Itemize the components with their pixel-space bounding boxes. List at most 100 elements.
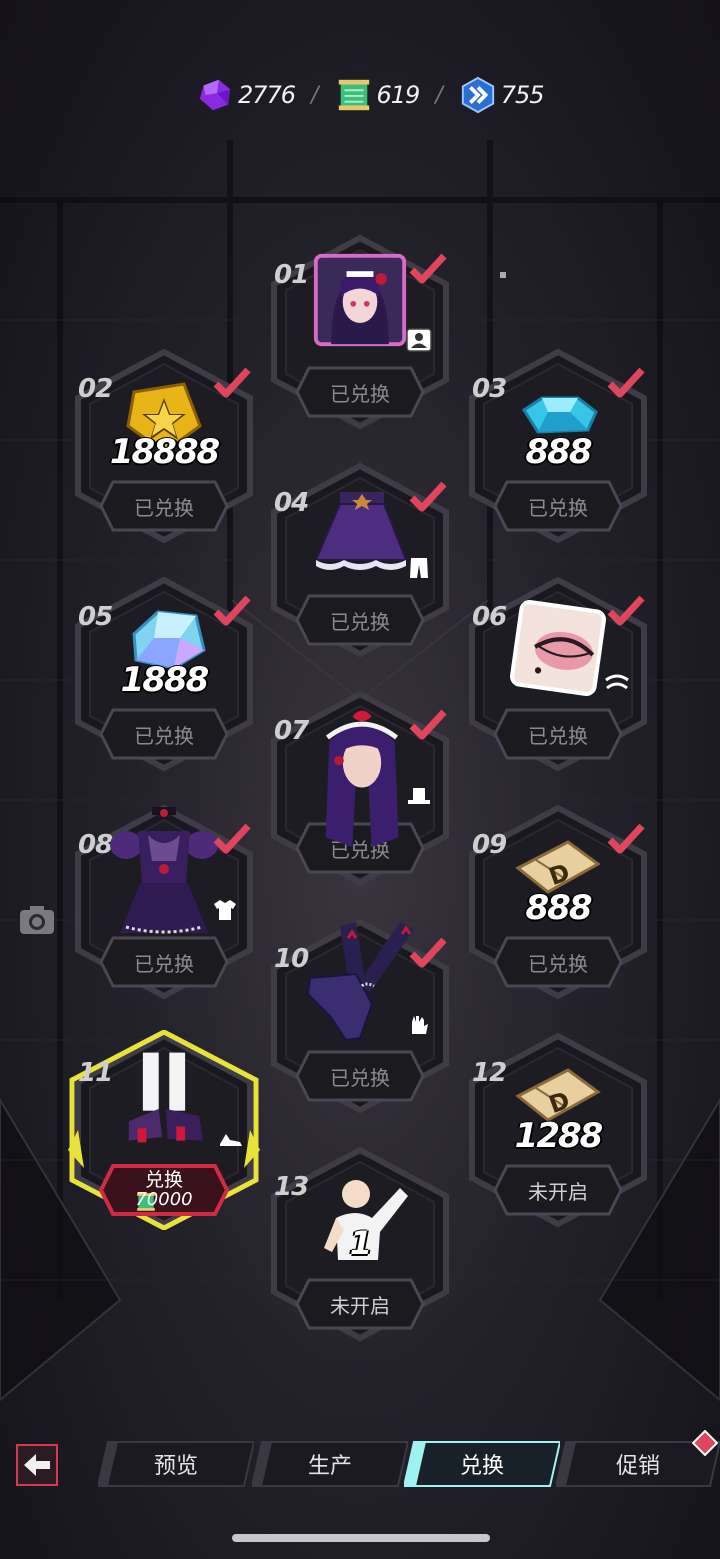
- cost-amount: 70000: [135, 1188, 193, 1210]
- shoe-badge-icon: [220, 1134, 242, 1146]
- tab-label: 兑换: [459, 1454, 504, 1479]
- reward-node-05[interactable]: 05 1888 已兑换: [64, 574, 264, 774]
- notification-diamond-icon: [692, 1430, 718, 1456]
- eyebrow-badge-icon: [605, 674, 629, 690]
- redeemed-button[interactable]: 已兑换: [493, 706, 623, 762]
- bottom-nav: 预览 生产 兑换 促销: [0, 1430, 720, 1496]
- button-label: 已兑换: [330, 381, 390, 406]
- reward-node-09[interactable]: 09 D 888 已兑换: [458, 802, 658, 1002]
- reward-node-12[interactable]: 12 D 1288 未开启: [458, 1030, 658, 1230]
- character-portrait-icon: [313, 253, 407, 347]
- dress-top-icon: [110, 807, 218, 934]
- tab-exchange[interactable]: 兑换: [404, 1440, 560, 1488]
- camera-icon[interactable]: [18, 904, 56, 936]
- redeemed-check-icon: [606, 366, 646, 402]
- currency-bar: 2776 / 619 / 755: [196, 76, 545, 114]
- tab-label: 促销: [615, 1454, 660, 1479]
- redeemed-check-icon: [212, 822, 252, 858]
- eye-makeup-card-icon: [510, 600, 606, 696]
- reward-amount: 1888: [120, 660, 210, 700]
- blue-chevron-token-icon: [461, 76, 494, 114]
- redeemed-button[interactable]: 已兑换: [295, 364, 425, 420]
- reward-node-07[interactable]: 07 已兑换: [260, 688, 460, 888]
- reward-node-04[interactable]: 04 已兑换: [260, 460, 460, 660]
- purple-skirt-icon: [314, 492, 408, 570]
- reward-node-06[interactable]: 06 已兑换: [458, 574, 658, 774]
- token-amount: 755: [500, 81, 545, 109]
- node-number: 07: [274, 716, 309, 746]
- button-label: 已兑换: [134, 723, 194, 748]
- redeemed-check-icon: [408, 252, 448, 288]
- button-label: 已兑换: [330, 609, 390, 634]
- button-label: 兑换: [144, 1168, 183, 1191]
- reward-amount: 18888: [109, 432, 220, 472]
- redeemed-check-icon: [408, 936, 448, 972]
- reward-node-08[interactable]: 08 已兑换: [64, 802, 264, 1002]
- redeemed-button[interactable]: 已兑换: [493, 934, 623, 990]
- node-number: 12: [472, 1058, 507, 1088]
- node-number: 01: [274, 260, 309, 290]
- reward-amount: 1288: [514, 1116, 604, 1156]
- reward-node-03[interactable]: 03 888 已兑换: [458, 346, 658, 546]
- node-number: 13: [274, 1172, 309, 1202]
- reward-node-10[interactable]: 10 已兑换: [260, 916, 460, 1116]
- shoes-icon: [128, 1052, 203, 1143]
- locked-button[interactable]: 未开启: [295, 1276, 425, 1332]
- reward-amount: 888: [525, 432, 593, 472]
- currency-crystal: 2776: [196, 76, 296, 114]
- currency-token: 755: [459, 76, 545, 114]
- redeemed-check-icon: [606, 594, 646, 630]
- reward-amount: 1: [349, 1224, 372, 1262]
- exchange-button[interactable]: 兑换 70000: [99, 1162, 229, 1218]
- redeemed-button[interactable]: 已兑换: [493, 478, 623, 534]
- reward-node-13[interactable]: 13 1 未开启: [260, 1144, 460, 1344]
- pants-badge-icon: [410, 558, 428, 578]
- home-indicator[interactable]: [232, 1534, 490, 1542]
- button-label: 已兑换: [528, 495, 588, 520]
- tab-produce[interactable]: 生产: [252, 1440, 408, 1488]
- button-label: 未开启: [330, 1293, 390, 1318]
- redeemed-check-icon: [212, 594, 252, 630]
- reward-node-11[interactable]: 11 兑换 70000: [64, 1030, 264, 1230]
- tab-label: 生产: [307, 1454, 352, 1479]
- gloves-icon: [306, 922, 414, 1042]
- green-scroll-icon: [338, 79, 369, 111]
- button-label: 已兑换: [134, 951, 194, 976]
- redeemed-button[interactable]: 已兑换: [295, 592, 425, 648]
- back-button[interactable]: [16, 1444, 58, 1486]
- node-number: 11: [78, 1058, 113, 1088]
- exchange-cost: 70000: [135, 1188, 193, 1211]
- node-number: 05: [78, 602, 113, 632]
- purple-crystal-icon: [199, 79, 231, 111]
- node-number: 03: [472, 374, 507, 404]
- node-number: 02: [78, 374, 113, 404]
- button-label: 已兑换: [528, 951, 588, 976]
- reward-amount: 888: [525, 888, 593, 928]
- glove-badge-icon: [412, 1016, 428, 1034]
- button-label: 未开启: [528, 1179, 588, 1204]
- separator: /: [311, 82, 319, 108]
- redeemed-check-icon: [212, 366, 252, 402]
- redeemed-button[interactable]: 已兑换: [99, 934, 229, 990]
- redeemed-check-icon: [606, 822, 646, 858]
- arrow-left-icon: [24, 1454, 50, 1476]
- crystal-amount: 2776: [238, 81, 296, 109]
- node-number: 09: [472, 830, 507, 860]
- redeemed-check-icon: [408, 708, 448, 744]
- hairstyle-icon: [325, 710, 399, 847]
- redeemed-button[interactable]: 已兑换: [295, 1048, 425, 1104]
- currency-scroll: 619: [335, 76, 420, 114]
- redeemed-button[interactable]: 已兑换: [99, 706, 229, 762]
- shirt-badge-icon: [214, 900, 236, 920]
- reward-node-01[interactable]: 01 已兑换: [260, 232, 460, 432]
- redeemed-button[interactable]: 已兑换: [99, 478, 229, 534]
- tab-preview[interactable]: 预览: [98, 1440, 254, 1488]
- person-badge-icon: [406, 328, 432, 352]
- redeemed-check-icon: [408, 480, 448, 516]
- button-label: 已兑换: [330, 1065, 390, 1090]
- button-label: 已兑换: [528, 723, 588, 748]
- reward-node-02[interactable]: 02 18888 已兑换: [64, 346, 264, 546]
- scroll-amount: 619: [376, 81, 421, 109]
- separator: /: [435, 82, 443, 108]
- locked-button[interactable]: 未开启: [493, 1162, 623, 1218]
